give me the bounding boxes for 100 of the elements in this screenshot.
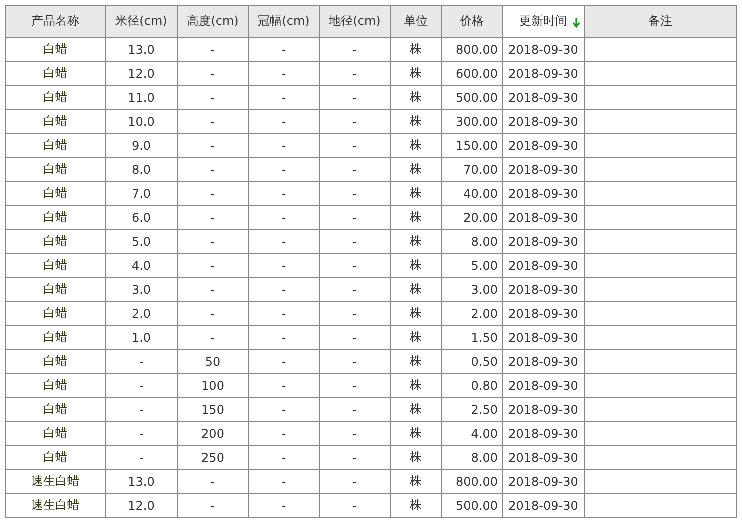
table-cell: 2018-09-30 [502, 398, 584, 422]
column-header[interactable]: 更新时间 [502, 6, 584, 38]
table-cell: - [106, 350, 178, 374]
table-cell: 速生白蜡 [6, 494, 106, 518]
table-cell: - [178, 86, 248, 110]
table-cell: - [178, 158, 248, 182]
table-cell: 2018-09-30 [502, 110, 584, 134]
column-header[interactable]: 单位 [390, 6, 442, 38]
column-header[interactable]: 备注 [584, 6, 736, 38]
table-cell: 株 [390, 182, 442, 206]
table-cell: 2018-09-30 [502, 230, 584, 254]
table-cell: 5.00 [442, 254, 502, 278]
table-cell: - [320, 182, 390, 206]
table-cell: - [178, 206, 248, 230]
table-cell: - [320, 422, 390, 446]
table-cell: 2.0 [106, 302, 178, 326]
table-cell: - [248, 350, 320, 374]
table-cell: 0.80 [442, 374, 502, 398]
table-cell: - [248, 110, 320, 134]
table-cell: 600.00 [442, 62, 502, 86]
column-header[interactable]: 冠幅(cm) [248, 6, 320, 38]
column-header[interactable]: 价格 [442, 6, 502, 38]
table-cell: 9.0 [106, 134, 178, 158]
table-cell: 2018-09-30 [502, 326, 584, 350]
table-cell: 3.00 [442, 278, 502, 302]
table-cell: 株 [390, 158, 442, 182]
table-cell: 2018-09-30 [502, 278, 584, 302]
table-cell: - [178, 470, 248, 494]
table-cell: 株 [390, 302, 442, 326]
table-cell: 0.50 [442, 350, 502, 374]
table-cell: - [178, 230, 248, 254]
table-cell: 2018-09-30 [502, 302, 584, 326]
table-cell: 2018-09-30 [502, 62, 584, 86]
table-cell: 株 [390, 134, 442, 158]
table-cell: - [320, 134, 390, 158]
table-cell: 株 [390, 62, 442, 86]
table-cell: 250 [178, 446, 248, 470]
table-cell: - [248, 494, 320, 518]
table-cell: - [320, 38, 390, 62]
table-cell: 500.00 [442, 86, 502, 110]
table-cell: 白蜡 [6, 398, 106, 422]
table-cell: 株 [390, 278, 442, 302]
table-cell: 白蜡 [6, 302, 106, 326]
table-cell: - [320, 326, 390, 350]
table-cell: - [320, 494, 390, 518]
table-cell: 白蜡 [6, 230, 106, 254]
table-cell: 6.0 [106, 206, 178, 230]
table-cell: 白蜡 [6, 38, 106, 62]
table-cell: 株 [390, 254, 442, 278]
table-cell: 株 [390, 38, 442, 62]
table-cell: 株 [390, 206, 442, 230]
table-cell: 白蜡 [6, 422, 106, 446]
table-cell: - [248, 182, 320, 206]
column-header[interactable]: 地径(cm) [320, 6, 390, 38]
table-cell: - [248, 254, 320, 278]
table-cell: - [178, 38, 248, 62]
table-cell: 2018-09-30 [502, 470, 584, 494]
column-header[interactable]: 产品名称 [6, 6, 106, 38]
table-cell: 12.0 [106, 62, 178, 86]
table-cell: - [320, 350, 390, 374]
table-cell: 白蜡 [6, 62, 106, 86]
table-cell: 白蜡 [6, 86, 106, 110]
table-cell: 白蜡 [6, 254, 106, 278]
table-cell: 株 [390, 494, 442, 518]
table-cell: 株 [390, 326, 442, 350]
table-cell: 2018-09-30 [502, 374, 584, 398]
table-cell: 株 [390, 230, 442, 254]
table-cell: 4.0 [106, 254, 178, 278]
table-cell: 株 [390, 446, 442, 470]
table-cell: 8.00 [442, 230, 502, 254]
table-cell: 2018-09-30 [502, 182, 584, 206]
table-cell: - [248, 470, 320, 494]
table-cell: 40.00 [442, 182, 502, 206]
table-cell: 白蜡 [6, 110, 106, 134]
column-header[interactable]: 米径(cm) [106, 6, 178, 38]
table-cell: 10.0 [106, 110, 178, 134]
column-header[interactable]: 高度(cm) [178, 6, 248, 38]
table-cell: 12.0 [106, 494, 178, 518]
table-cell: 株 [390, 470, 442, 494]
table-cell: - [248, 158, 320, 182]
table-cell: 白蜡 [6, 278, 106, 302]
table-cell: 4.00 [442, 422, 502, 446]
table-cell: 2.00 [442, 302, 502, 326]
table-cell: 白蜡 [6, 182, 106, 206]
table-cell: 150 [178, 398, 248, 422]
table-cell: - [320, 446, 390, 470]
table-cell: 200 [178, 422, 248, 446]
table-cell: 8.0 [106, 158, 178, 182]
table-cell: 8.00 [442, 446, 502, 470]
table-cell: 2018-09-30 [502, 422, 584, 446]
table-cell: - [320, 86, 390, 110]
table-cell: 13.0 [106, 470, 178, 494]
table-cell: - [248, 326, 320, 350]
table-cell: - [178, 62, 248, 86]
table-cell: 白蜡 [6, 374, 106, 398]
table-cell: 白蜡 [6, 206, 106, 230]
table-cell: 3.0 [106, 278, 178, 302]
table-cell: 50 [178, 350, 248, 374]
table-cell: - [320, 230, 390, 254]
table-cell: - [178, 302, 248, 326]
